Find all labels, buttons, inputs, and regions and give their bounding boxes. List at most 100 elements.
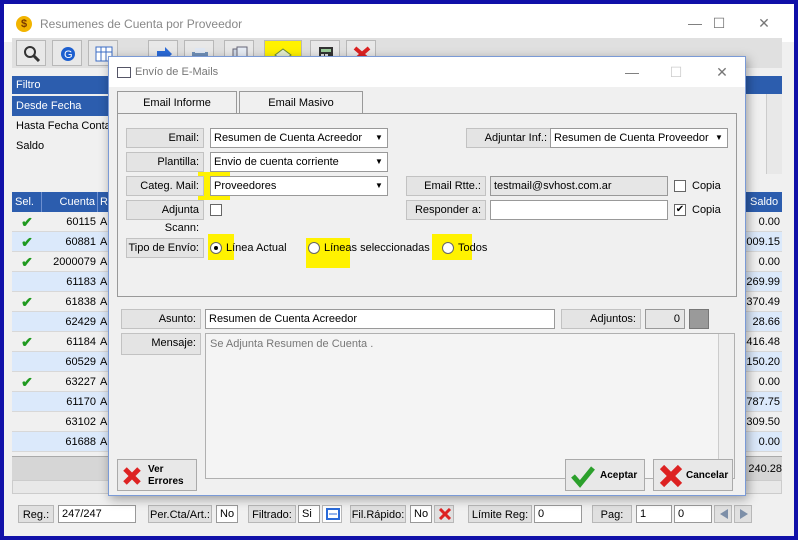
table-row[interactable]: ✔ 2000079 A (12, 252, 110, 272)
dialog-title: Envío de E-Mails (135, 66, 219, 78)
row-check[interactable] (12, 392, 42, 412)
mensaje-scrollbar[interactable] (718, 334, 734, 478)
reg-label: Reg.: (18, 505, 54, 523)
radio-todos-label: Todos (458, 242, 488, 254)
filter-row-desde[interactable]: Desde Fecha Conta (12, 96, 112, 132)
tab-email-informe[interactable]: Email Informe (117, 91, 237, 113)
percta-field: No (216, 505, 238, 523)
row-check[interactable]: ✔ (12, 292, 42, 312)
filtrado-field: Si (298, 505, 320, 523)
email-rtte-label: Email Rtte.: (406, 176, 486, 196)
search-button[interactable] (16, 40, 46, 66)
radio-todos[interactable] (442, 242, 454, 254)
next-page-button[interactable] (734, 505, 752, 523)
filrapido-label: Fil.Rápido: (350, 505, 406, 523)
row-saldo: 309.50 (740, 412, 782, 432)
filter-toggle-button[interactable] (322, 505, 342, 523)
table-row[interactable]: ✔ 60115 A (12, 212, 110, 232)
filter-scrollbar[interactable] (766, 94, 782, 174)
tab-email-masivo[interactable]: Email Masivo (239, 91, 363, 113)
responder-field[interactable] (490, 200, 668, 220)
dialog-maximize-button[interactable]: ☐ (661, 61, 691, 83)
copia-rtte-checkbox[interactable] (674, 180, 686, 192)
copia-responder-checkbox[interactable]: ✔ (674, 204, 686, 216)
aceptar-button[interactable]: Aceptar (565, 459, 645, 491)
col-saldo[interactable]: Saldo (750, 192, 782, 212)
categ-mail-value: Proveedores (214, 180, 277, 192)
adjunta-scann-checkbox[interactable] (210, 204, 222, 216)
col-sel[interactable]: Sel. (12, 192, 42, 212)
pag-total-field: 0 (674, 505, 712, 523)
col-cuenta[interactable]: Cuenta (42, 192, 98, 212)
clear-filter-button[interactable] (434, 505, 454, 523)
filtrado-label: Filtrado: (248, 505, 296, 523)
maximize-button[interactable]: ☐ (704, 12, 734, 34)
plantilla-label: Plantilla: (126, 152, 204, 172)
table-row[interactable]: ✔ 61838 A (12, 292, 110, 312)
categ-mail-select[interactable]: Proveedores ▼ (210, 176, 388, 196)
limite-field[interactable]: 0 (534, 505, 582, 523)
tipo-envio-label: Tipo de Envío: (126, 238, 204, 258)
row-saldo: 269.99 (740, 272, 782, 292)
table-row[interactable]: 60529 A (12, 352, 110, 372)
refresh-button[interactable]: G (52, 40, 82, 66)
adjuntar-inf-select[interactable]: Resumen de Cuenta Proveedor ▼ (550, 128, 728, 148)
dialog-close-button[interactable]: ✕ (707, 61, 737, 83)
table-row[interactable]: 61183 A (12, 272, 110, 292)
asunto-label: Asunto: (121, 309, 201, 329)
pag-label: Pag: (592, 505, 632, 523)
logo-icon: $ (16, 16, 32, 32)
row-check[interactable] (12, 352, 42, 372)
refresh-icon: G (61, 47, 75, 61)
table-row[interactable]: ✔ 60881 A (12, 232, 110, 252)
row-check[interactable] (12, 432, 42, 452)
filter-row-hasta[interactable]: Hasta Fecha Conta (12, 116, 112, 136)
row-cuenta: 61838 (65, 296, 96, 308)
filter-row-saldo[interactable]: Saldo (12, 136, 112, 156)
adjuntos-button[interactable] (689, 309, 709, 329)
table-row[interactable]: 62429 A (12, 312, 110, 332)
row-check[interactable]: ✔ (12, 212, 42, 232)
limite-label: Límite Reg: (468, 505, 532, 523)
table-row[interactable]: ✔ 61184 A (12, 332, 110, 352)
row-check[interactable] (12, 412, 42, 432)
ver-errores-button[interactable]: Ver Errores (117, 459, 197, 491)
dialog-body: Email Informe Email Masivo Email: Resume… (109, 87, 745, 495)
arrow-right-icon (740, 509, 748, 519)
email-value: Resumen de Cuenta Acreedor (214, 132, 362, 144)
table-row[interactable]: ✔ 63227 A (12, 372, 110, 392)
row-check[interactable] (12, 312, 42, 332)
row-cuenta: 63102 (65, 416, 96, 428)
radio-lineas-seleccionadas[interactable] (308, 242, 320, 254)
row-check[interactable]: ✔ (12, 332, 42, 352)
row-cuenta: 60529 (65, 356, 96, 368)
mensaje-textarea[interactable]: Se Adjunta Resumen de Cuenta . (205, 333, 735, 479)
table-row[interactable]: 63102 A (12, 412, 110, 432)
table-row[interactable]: 61688 A (12, 432, 110, 452)
filrapido-field: No (410, 505, 432, 523)
row-saldo: 416.48 (740, 332, 782, 352)
email-select[interactable]: Resumen de Cuenta Acreedor ▼ (210, 128, 388, 148)
row-check[interactable]: ✔ (12, 252, 42, 272)
cancelar-button[interactable]: Cancelar (653, 459, 733, 491)
close-button[interactable]: ✕ (749, 12, 779, 34)
row-saldo: 150.20 (740, 352, 782, 372)
radio-linea-actual[interactable] (210, 242, 222, 254)
row-check[interactable] (12, 272, 42, 292)
pag-field[interactable]: 1 (636, 505, 672, 523)
dialog-minimize-button[interactable]: — (617, 61, 647, 83)
email-dialog: Envío de E-Mails — ☐ ✕ Email Informe Ema… (108, 56, 746, 496)
tab-panel: Email: Resumen de Cuenta Acreedor ▼ Plan… (117, 113, 737, 297)
row-saldo: 370.49 (740, 292, 782, 312)
copia-rtte-label: Copia (692, 180, 721, 192)
row-check[interactable]: ✔ (12, 372, 42, 392)
table-row[interactable]: 61170 A (12, 392, 110, 412)
prev-page-button[interactable] (714, 505, 732, 523)
plantilla-select[interactable]: Envio de cuenta corriente ▼ (210, 152, 388, 172)
arrow-left-icon (720, 509, 728, 519)
asunto-field[interactable]: Resumen de Cuenta Acreedor (205, 309, 555, 329)
statusbar: Reg.: 247/247 Per.Cta/Art.: No Filtrado:… (12, 502, 782, 526)
copia-responder-label: Copia (692, 204, 721, 216)
row-saldo: 0.00 (740, 432, 782, 452)
row-check[interactable]: ✔ (12, 232, 42, 252)
